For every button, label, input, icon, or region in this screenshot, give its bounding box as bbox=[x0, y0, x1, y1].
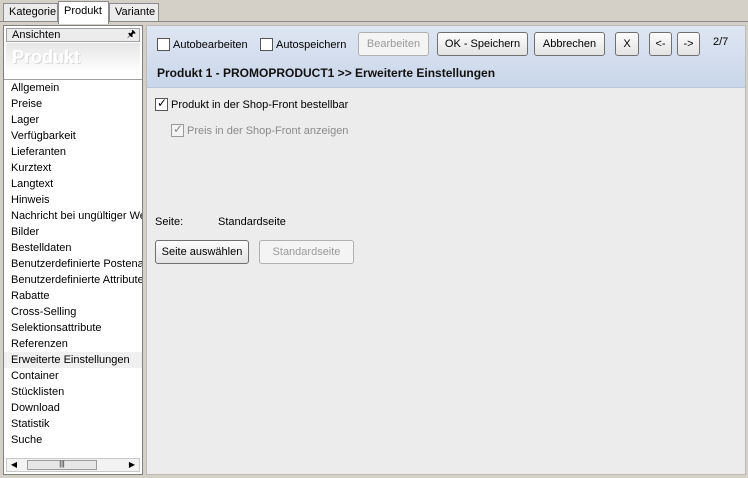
autobearbeiten-label: Autobearbeiten bbox=[173, 38, 248, 51]
autospeichern-label: Autospeichern bbox=[276, 38, 347, 51]
list-item-statistik[interactable]: Statistik bbox=[4, 416, 142, 432]
list-item-container[interactable]: Container bbox=[4, 368, 142, 384]
list-item-benutzerdef-attribute[interactable]: Benutzerdefinierte Attribute bbox=[4, 272, 142, 288]
views-panel-header: Ansichten 🖈 bbox=[6, 28, 140, 42]
list-item-preise[interactable]: Preise bbox=[4, 96, 142, 112]
autobearbeiten-box[interactable] bbox=[157, 38, 170, 51]
views-panel-banner-text: Produkt bbox=[12, 47, 81, 67]
tab-variante[interactable]: Variante bbox=[109, 3, 159, 22]
list-item-kurztext[interactable]: Kurztext bbox=[4, 160, 142, 176]
list-item-stuecklisten[interactable]: Stücklisten bbox=[4, 384, 142, 400]
show-price-label: Preis in der Shop-Front anzeigen bbox=[187, 124, 349, 137]
previous-button[interactable]: <- bbox=[649, 32, 672, 56]
show-price-box[interactable] bbox=[171, 122, 184, 137]
list-item-cross-selling[interactable]: Cross-Selling bbox=[4, 304, 142, 320]
next-button[interactable]: -> bbox=[677, 32, 700, 56]
autospeichern-checkbox[interactable]: Autospeichern bbox=[260, 38, 346, 51]
list-item-hinweis[interactable]: Hinweis bbox=[4, 192, 142, 208]
list-item-lieferanten[interactable]: Lieferanten bbox=[4, 144, 142, 160]
views-panel-title: Ansichten bbox=[12, 29, 61, 41]
scroll-right-icon[interactable]: ▶ bbox=[125, 459, 139, 471]
tab-produkt[interactable]: Produkt bbox=[58, 1, 109, 24]
tab-kategorie[interactable]: Kategorie bbox=[3, 3, 58, 22]
ok-speichern-button[interactable]: OK - Speichern bbox=[437, 32, 528, 56]
abbrechen-button[interactable]: Abbrechen bbox=[534, 32, 605, 56]
views-list: Allgemein Preise Lager Verfügbarkeit Lie… bbox=[4, 79, 142, 457]
list-item-erweiterte-einstellungen[interactable]: Erweiterte Einstellungen bbox=[4, 352, 142, 368]
seite-label: Seite: bbox=[155, 216, 184, 228]
list-item-rabatte[interactable]: Rabatte bbox=[4, 288, 142, 304]
list-item-bestelldaten[interactable]: Bestelldaten bbox=[4, 240, 142, 256]
toolbar: Autobearbeiten Autospeichern Bearbeiten … bbox=[147, 26, 745, 88]
autospeichern-box[interactable] bbox=[260, 38, 273, 51]
list-item-selektionsattribute[interactable]: Selektionsattribute bbox=[4, 320, 142, 336]
orderable-label: Produkt in der Shop-Front bestellbar bbox=[171, 98, 349, 111]
standardseite-button[interactable]: Standardseite bbox=[259, 240, 354, 264]
list-item-langtext[interactable]: Langtext bbox=[4, 176, 142, 192]
scrollbar-thumb[interactable]: ||| bbox=[27, 460, 97, 470]
bearbeiten-button[interactable]: Bearbeiten bbox=[358, 32, 429, 56]
page-title: Produkt 1 - PROMOPRODUCT1 >> Erweiterte … bbox=[157, 66, 496, 80]
tab-divider bbox=[0, 21, 748, 22]
views-panel-banner: Produkt bbox=[6, 43, 140, 73]
orderable-box[interactable] bbox=[155, 96, 168, 111]
detail-panel: Autobearbeiten Autospeichern Bearbeiten … bbox=[146, 25, 746, 475]
list-item-download[interactable]: Download bbox=[4, 400, 142, 416]
close-button[interactable]: X bbox=[615, 32, 639, 56]
seite-auswaehlen-button[interactable]: Seite auswählen bbox=[155, 240, 249, 264]
show-price-checkbox[interactable]: Preis in der Shop-Front anzeigen bbox=[171, 122, 349, 137]
list-item-lager[interactable]: Lager bbox=[4, 112, 142, 128]
scroll-left-icon[interactable]: ◀ bbox=[7, 459, 21, 471]
list-item-verfuegbarkeit[interactable]: Verfügbarkeit bbox=[4, 128, 142, 144]
views-panel: Ansichten 🖈 Produkt Allgemein Preise Lag… bbox=[3, 25, 143, 475]
orderable-checkbox[interactable]: Produkt in der Shop-Front bestellbar bbox=[155, 96, 349, 111]
list-item-bilder[interactable]: Bilder bbox=[4, 224, 142, 240]
autobearbeiten-checkbox[interactable]: Autobearbeiten bbox=[157, 38, 248, 51]
list-item-allgemein[interactable]: Allgemein bbox=[4, 80, 142, 96]
list-item-suche[interactable]: Suche bbox=[4, 432, 142, 448]
list-item-nachricht[interactable]: Nachricht bei ungültiger We bbox=[4, 208, 142, 224]
list-item-benutzerdef-posten[interactable]: Benutzerdefinierte Postenat bbox=[4, 256, 142, 272]
horizontal-scrollbar[interactable]: ◀ ||| ▶ bbox=[6, 458, 140, 472]
pin-icon[interactable]: 🖈 bbox=[127, 29, 136, 41]
seite-value: Standardseite bbox=[218, 216, 286, 228]
record-counter: 2/7 bbox=[713, 36, 729, 48]
list-item-referenzen[interactable]: Referenzen bbox=[4, 336, 142, 352]
